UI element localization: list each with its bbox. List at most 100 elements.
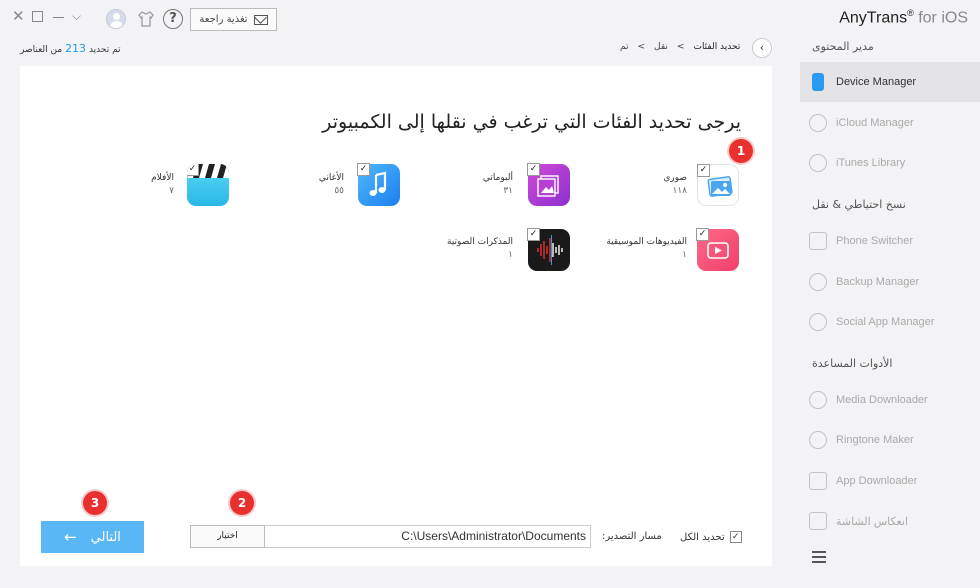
help-glyph: ? xyxy=(169,11,177,26)
sidebar-section-tools: الأدوات المساعدة xyxy=(812,357,893,370)
sidebar-item-label: Ringtone Maker xyxy=(836,434,914,446)
category-music-videos-label: الفيديوهات الموسيقية ١ xyxy=(606,236,687,262)
albums-icon[interactable]: ✓ xyxy=(527,163,570,206)
sidebar-item-phone-switcher[interactable]: Phone Switcher xyxy=(800,221,980,261)
select-all-label: تحديد الكل xyxy=(680,531,725,543)
sidebar-item-label: Social App Manager xyxy=(836,316,935,328)
maximize-icon[interactable] xyxy=(32,11,43,22)
mail-icon xyxy=(253,14,268,25)
sidebar-item-label: Device Manager xyxy=(836,76,917,88)
category-voice-memos-label: المذكرات الصوتية ١ xyxy=(447,236,513,262)
sidebar-item-icloud-manager[interactable]: iCloud Manager xyxy=(800,103,980,143)
sidebar-item-itunes-library[interactable]: iTunes Library xyxy=(800,143,980,183)
category-songs-label: الأغاني ٥٥ xyxy=(319,172,344,198)
category-name: ألبوماتي xyxy=(482,173,513,183)
avatar-icon[interactable] xyxy=(106,9,126,29)
count-suffix: من العناصر xyxy=(20,45,63,55)
breadcrumb-separator: > xyxy=(676,42,685,52)
category-name: الأفلام xyxy=(151,173,174,183)
sidebar-item-label: iTunes Library xyxy=(836,157,906,169)
page-title: يرجى تحديد الفئات التي ترغب في نقلها إلى… xyxy=(322,111,741,133)
checkbox-icon[interactable]: ✓ xyxy=(527,228,540,241)
selection-count: تم تحديد 213 من العناصر xyxy=(20,42,121,55)
select-all-checkbox[interactable]: ✓ تحديد الكل xyxy=(680,531,742,543)
sidebar-item-label: iCloud Manager xyxy=(836,117,914,129)
sidebar-item-label: Backup Manager xyxy=(836,276,920,288)
checkbox-icon[interactable]: ✓ xyxy=(357,163,370,176)
step-badge-2: 2 xyxy=(230,491,254,515)
dropdown-icon[interactable]: ⌵ xyxy=(72,9,81,23)
category-count: ١ xyxy=(508,250,513,260)
feedback-label: تغذية راجعة xyxy=(199,14,248,25)
checkbox-icon[interactable]: ✓ xyxy=(697,164,710,177)
app-store-icon xyxy=(809,472,827,490)
sidebar-item-media-downloader[interactable]: Media Downloader xyxy=(800,380,980,420)
sidebar-item-social-app-manager[interactable]: Social App Manager xyxy=(800,302,980,342)
category-count: ١١٨ xyxy=(672,186,687,196)
sidebar-item-screen-mirroring[interactable]: انعكاس الشاشة xyxy=(800,501,980,541)
breadcrumb-separator: > xyxy=(637,42,646,52)
category-name: صوري xyxy=(663,173,687,183)
sidebar-item-ringtone-maker[interactable]: Ringtone Maker xyxy=(800,420,980,460)
photos-icon[interactable]: ✓ xyxy=(697,164,739,206)
bell-icon xyxy=(809,431,827,449)
sidebar-item-backup-manager[interactable]: Backup Manager xyxy=(800,262,980,302)
next-label: التالي xyxy=(90,529,121,545)
breadcrumb-step-done: تم xyxy=(620,42,629,52)
step-badge-1: 1 xyxy=(729,139,753,163)
feedback-button[interactable]: تغذية راجعة xyxy=(190,8,277,31)
sidebar-section-content-manager: مدير المحتوى xyxy=(812,40,874,53)
sidebar-item-app-downloader[interactable]: App Downloader xyxy=(800,461,980,501)
checkbox-icon[interactable]: ✓ xyxy=(729,531,742,543)
close-icon[interactable]: ✕ xyxy=(12,9,25,24)
title-bar: ✕ ⌵ ? تغذية راجعة AnyTrans® for iOS xyxy=(0,0,980,38)
screen-mirror-icon xyxy=(809,512,827,530)
songs-icon[interactable]: ✓ xyxy=(357,163,400,206)
icloud-icon xyxy=(809,114,827,132)
app-brand: AnyTrans® for iOS xyxy=(839,8,968,27)
voice-memos-icon[interactable]: ✓ xyxy=(527,228,570,271)
category-count: ١ xyxy=(682,250,687,260)
sidebar-item-label: Media Downloader xyxy=(836,394,928,406)
sidebar: مدير المحتوى Device Manager iCloud Manag… xyxy=(800,38,980,588)
registered-mark: ® xyxy=(907,8,914,18)
checkbox-icon[interactable]: ✓ xyxy=(696,228,709,241)
category-albums-label: ألبوماتي ٣١ xyxy=(483,172,513,198)
help-icon[interactable]: ? xyxy=(163,9,183,29)
breadcrumb: تحديد الفئات > نقل > تم xyxy=(620,42,740,52)
minimize-icon[interactable] xyxy=(53,17,64,19)
sidebar-item-label: App Downloader xyxy=(836,475,918,487)
category-movies-label: الأفلام ٧ xyxy=(151,172,174,198)
category-name: الفيديوهات الموسيقية xyxy=(606,237,687,247)
category-count: ٧ xyxy=(169,186,174,196)
itunes-icon xyxy=(809,154,827,172)
category-count: ٣١ xyxy=(503,186,513,196)
count-value: 213 xyxy=(65,42,87,55)
next-button[interactable]: التالي ← xyxy=(41,521,144,553)
back-arrow-icon[interactable]: ‹ xyxy=(752,38,772,58)
sidebar-section-backup-transfer: نسخ احتياطي & نقل xyxy=(812,198,906,211)
sidebar-item-label: Phone Switcher xyxy=(836,235,914,247)
choose-button[interactable]: اختيار xyxy=(190,525,265,548)
movies-icon[interactable]: ✓ xyxy=(187,164,229,206)
export-path-label: مسار التصدير: xyxy=(602,531,662,542)
shirt-icon[interactable] xyxy=(136,9,156,29)
phone-switcher-icon xyxy=(809,232,827,250)
sidebar-item-device-manager[interactable]: Device Manager xyxy=(800,62,980,102)
export-path-field[interactable]: C:\Users\Administrator\Documents xyxy=(265,525,591,548)
chat-icon xyxy=(809,313,827,331)
download-icon xyxy=(809,391,827,409)
step-badge-3: 3 xyxy=(83,491,107,515)
breadcrumb-step-transfer: نقل xyxy=(654,42,668,52)
count-prefix: تم تحديد xyxy=(88,45,121,55)
menu-icon[interactable] xyxy=(812,551,826,566)
device-icon xyxy=(812,73,824,91)
breadcrumb-step-select: تحديد الفئات xyxy=(693,42,741,52)
checkbox-icon[interactable]: ✓ xyxy=(527,163,540,176)
music-videos-icon[interactable]: ✓ xyxy=(696,228,739,271)
main-panel: يرجى تحديد الفئات التي ترغب في نقلها إلى… xyxy=(20,66,772,566)
sidebar-item-label: انعكاس الشاشة xyxy=(836,515,909,528)
checkbox-icon[interactable]: ✓ xyxy=(187,164,199,176)
category-name: الأغاني xyxy=(318,173,344,183)
app-suffix: for iOS xyxy=(918,9,968,27)
